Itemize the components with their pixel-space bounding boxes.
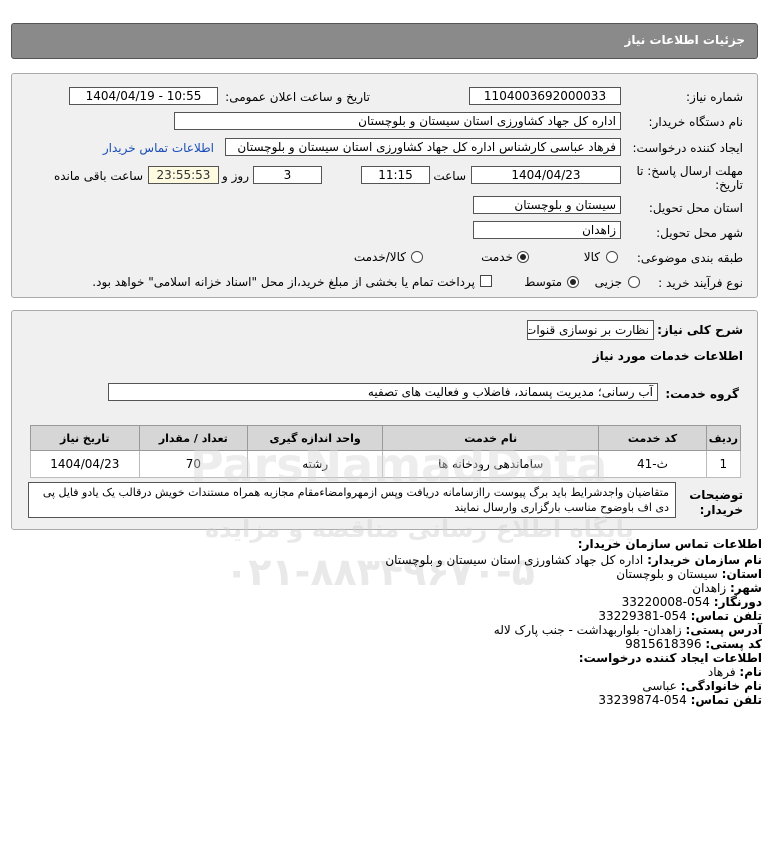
contact-fax-label: دورنگار: [713,595,762,609]
need-number-label: شماره نیاز: [686,90,743,104]
deadline-date-field[interactable]: 1404/04/23 [471,166,621,184]
contact-org-line: نام سازمان خریدار: اداره کل جهاد کشاورزی… [385,553,762,567]
services-heading: اطلاعات خدمات مورد نیاز [592,349,743,363]
deadline-label: مهلت ارسال پاسخ: تا [636,164,743,178]
announce-field[interactable]: 1404/04/19 - 10:55 [69,87,218,105]
contact-address-value: زاهدان- بلواربهداشت - جنب پارک لاله [493,623,682,637]
buyer-contact-link[interactable]: اطلاعات تماس خریدار [103,141,214,155]
contact-postal-value: 9815618396 [625,637,702,651]
category-goods-radio[interactable] [606,251,618,263]
category-label: طبقه بندی موضوعی: [636,251,743,265]
col-date-header: تاریخ نیاز [30,425,140,451]
contact-fax-value: 054-33220008 [621,595,710,609]
category-service-label: خدمت [481,250,513,264]
remaining-time-field: 23:55:53 [148,166,219,184]
contact-postal-label: کد پستی: [705,637,762,651]
col-code-header: کد خدمت [598,425,707,451]
contact-fax-line: دورنگار: 054-33220008 [622,595,762,609]
creator-name-label: نام: [739,665,762,679]
contact-province-value: سیستان و بلوچستان [616,567,718,581]
category-service-radio[interactable] [517,251,529,263]
days-label: روز و [222,169,249,183]
service-group-field[interactable]: آب رسانی؛ مدیریت پسماند، فاضلاب و فعالیت… [108,383,658,401]
description-field[interactable]: نظارت بر نوسازی قنوات [527,320,654,340]
creator-phone-value: 054-33239874 [598,693,687,707]
province-field[interactable]: سیستان و بلوچستان [473,196,621,214]
cell-code: ث-41 [598,450,707,478]
days-remaining-field[interactable]: 3 [253,166,322,184]
process-minor-radio[interactable] [628,276,640,288]
contact-city-line: شهر: زاهدان [692,581,762,595]
category-goods-label: کالا [583,250,600,264]
creator-family-value: عباسی [642,679,677,693]
province-label: استان محل تحویل: [648,201,743,215]
need-number-field[interactable]: 1104003692000033 [469,87,621,105]
process-medium-radio[interactable] [567,276,579,288]
deadline-time-label: ساعت [433,169,466,183]
cell-date: 1404/04/23 [30,450,140,478]
city-field[interactable]: زاهدان [473,221,621,239]
contact-province-line: استان: سیستان و بلوچستان [616,567,762,581]
contact-address-label: آدرس پستی: [685,623,762,637]
creator-family-label: نام خانوادگی: [680,679,762,693]
contact-org-value: اداره کل جهاد کشاورزی استان سیستان و بلو… [385,553,644,567]
page-title: جزئیات اطلاعات نیاز [624,33,745,47]
city-label: شهر محل تحویل: [656,226,743,240]
page-header: جزئیات اطلاعات نیاز [11,23,758,59]
treasury-payment-checkbox[interactable] [480,275,492,287]
remaining-label: ساعت باقی مانده [53,169,143,183]
buyer-field[interactable]: اداره کل جهاد کشاورزی استان سیستان و بلو… [174,112,621,130]
process-label: نوع فرآیند خرید : [658,276,743,290]
creator-phone-label: تلفن تماس: [690,693,762,707]
contact-address-line: آدرس پستی: زاهدان- بلواربهداشت - جنب پار… [494,623,762,637]
category-goods-service-label: کالا/خدمت [353,250,406,264]
notes-label-2: خریدار: [699,503,743,517]
contact-city-label: شهر: [730,581,762,595]
creator-info-title: اطلاعات ایجاد کننده درخواست: [578,651,762,665]
buyer-label: نام دستگاه خریدار: [648,115,744,129]
notes-label: توضیحات [689,488,743,502]
contact-province-label: استان: [721,567,762,581]
creator-name-line: نام: فرهاد [708,665,762,679]
process-minor-label: جزیی [594,275,622,289]
creator-name-value: فرهاد [707,665,736,679]
watermark-brand: ParsNamadData [190,438,608,492]
process-medium-label: متوسط [524,275,562,289]
deadline-time-field[interactable]: 11:15 [361,166,430,184]
contact-org-label: نام سازمان خریدار: [647,553,762,567]
deadline-date-label: تاریخ: [715,178,743,192]
contact-phone-value: 054-33229381 [598,609,687,623]
col-row-header: ردیف [705,425,742,451]
contact-phone-label: تلفن تماس: [690,609,762,623]
service-group-label: گروه خدمت: [665,387,739,401]
creator-family-line: نام خانوادگی: عباسی [642,679,762,693]
creator-field[interactable]: فرهاد عباسی کارشناس اداره کل جهاد کشاورز… [225,138,621,156]
contact-phone-line: تلفن تماس: 054-33229381 [598,609,762,623]
category-goods-service-radio[interactable] [411,251,423,263]
contact-city-value: زاهدان [692,581,727,595]
creator-phone-line: تلفن تماس: 054-33239874 [598,693,762,707]
contact-postal-line: کد پستی: 9815618396 [625,637,762,651]
cell-row: 1 [705,450,742,478]
description-label: شرح کلی نیاز: [657,323,743,337]
contact-title: اطلاعات تماس سازمان خریدار: [577,537,762,551]
creator-label: ایجاد کننده درخواست: [632,141,743,155]
announce-label: تاریخ و ساعت اعلان عمومی: [225,90,370,104]
watermark-title: پایگاه اطلاع رسانی مناقصه و مزایده [205,515,634,543]
treasury-payment-text: پرداخت تمام یا بخشی از مبلغ خرید،از محل … [92,275,475,289]
